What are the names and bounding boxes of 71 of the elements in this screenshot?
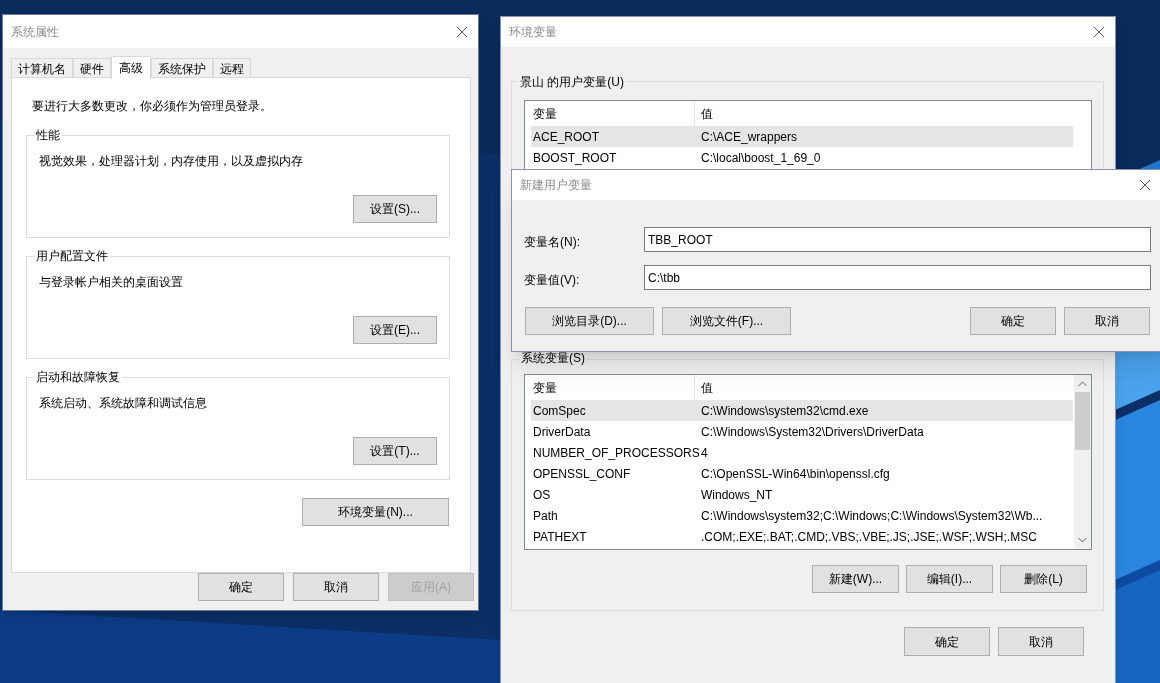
table-row[interactable]: ACE_ROOT C:\ACE_wrappers [531, 126, 1073, 147]
table-cell-text: NUMBER_OF_PROCESSORS [532, 444, 701, 462]
table-cell-text: OS [532, 486, 552, 504]
settings-button[interactable]: 设置(T)... [353, 437, 437, 465]
table-cell-text: C:\local\boost_1_69_0 [701, 149, 821, 167]
dialog-button[interactable]: 确定 [904, 627, 990, 656]
table-row[interactable]: DriverData C:\Windows\System32\Drivers\DriverData [531, 421, 1073, 442]
close-icon[interactable] [1093, 26, 1105, 38]
scroll-up-icon[interactable] [1078, 381, 1087, 387]
window-title: 新建用户变量 [520, 177, 592, 194]
group-description: 与登录帐户相关的桌面设置 [39, 274, 183, 291]
column-header[interactable]: 值 [695, 101, 713, 126]
group-description: 系统启动、系统故障和调试信息 [39, 395, 207, 412]
table-cell-text: BOOST_ROOT [532, 149, 618, 167]
table-cell-text: Windows_NT [701, 486, 773, 504]
dialog-button[interactable]: 取消 [1064, 307, 1150, 335]
table-cell-text: PATHEXT [532, 528, 588, 546]
tab[interactable]: 高级 [111, 56, 151, 79]
field-label: 变量名(N): [524, 234, 580, 251]
input-field[interactable]: TBB_ROOT [644, 227, 1151, 252]
group-description: 视觉效果，处理器计划，内存使用，以及虚拟内存 [39, 153, 303, 170]
table-cell-text: OPENSSL_CONF [532, 465, 632, 483]
table-cell-text: Path [532, 507, 559, 525]
table-row[interactable]: BOOST_ROOT C:\local\boost_1_69_0 [531, 147, 1073, 168]
dialog-button[interactable]: 取消 [998, 627, 1084, 656]
close-icon[interactable] [456, 25, 468, 38]
table-row[interactable]: NUMBER_OF_PROCESSORS4 [531, 442, 1073, 463]
input-field[interactable]: C:\tbb [644, 265, 1151, 290]
browse-button[interactable]: 浏览目录(D)... [525, 307, 654, 335]
table-cell-text: C:\Windows\system32\cmd.exe [701, 402, 869, 420]
table-cell-text: .COM;.EXE;.BAT;.CMD;.VBS;.VBE;.JS;.JSE;.WSF;.WSH;.MSC [701, 528, 1037, 546]
table-row[interactable]: Path C:\Windows\system32;C:\Windows;C:\Windows\System32\Wb... [531, 505, 1073, 526]
table-cell-text: C:\Windows\system32;C:\Windows;C:\Windows\System32\Wb... [701, 507, 1043, 525]
table-row[interactable]: OPENSSL_CONF C:\OpenSSL-Win64\bin\openssl.cfg [531, 463, 1073, 484]
table-row[interactable]: OS Windows_NT [531, 484, 1073, 505]
scrollbar-thumb[interactable] [1075, 392, 1090, 450]
browse-button[interactable]: 浏览文件(F)... [662, 307, 791, 335]
settings-button[interactable]: 设置(E)... [353, 316, 437, 344]
table-cell-text: ComSpec [532, 402, 587, 420]
dialog-button[interactable]: 编辑(I)... [906, 565, 993, 593]
tab[interactable]: 硬件 [73, 58, 111, 78]
group-title: 景山 的用户变量(U) [518, 73, 626, 91]
tab[interactable]: 计算机名 [11, 58, 73, 78]
column-header[interactable]: 值 [695, 375, 713, 400]
dialog-button[interactable]: 确定 [198, 573, 284, 601]
table-cell-text: C:\Windows\System32\Drivers\DriverData [701, 423, 924, 441]
notice-text: 要进行大多数更改，你必须作为管理员登录。 [32, 98, 272, 115]
window-title: 环境变量 [509, 24, 557, 41]
table-cell-text: 4 [701, 444, 708, 462]
table-row[interactable]: PATHEXT .COM;.EXE;.BAT;.CMD;.VBS;.VBE;.JS;.JSE;.WSF;.WSH;.MSC [531, 526, 1073, 547]
dialog-button[interactable]: 确定 [970, 307, 1056, 335]
group-title: 启动和故障恢复 [34, 370, 122, 384]
table-cell-text: C:\ACE_wrappers [701, 128, 798, 146]
table-cell-text: C:\OpenSSL-Win64\bin\openssl.cfg [701, 465, 890, 483]
table-cell-text: ACE_ROOT [532, 128, 600, 146]
tab[interactable]: 系统保护 [151, 58, 213, 78]
close-icon[interactable] [1139, 179, 1151, 191]
scroll-down-icon[interactable] [1078, 537, 1087, 543]
tab[interactable]: 远程 [213, 58, 251, 78]
table-cell-text: DriverData [532, 423, 592, 441]
scrollbar[interactable] [1074, 375, 1091, 549]
table-row[interactable]: ComSpec C:\Windows\system32\cmd.exe [531, 400, 1073, 421]
dialog-button[interactable]: 新建(W)... [812, 565, 899, 593]
environment-variables-button[interactable]: 环境变量(N)... [302, 498, 449, 526]
window-title: 系统属性 [11, 23, 59, 41]
field-label: 变量值(V): [524, 272, 580, 289]
group-title: 性能 [34, 128, 62, 142]
settings-button[interactable]: 设置(S)... [353, 195, 437, 223]
group-title: 用户配置文件 [34, 249, 110, 263]
dialog-button[interactable]: 取消 [293, 573, 379, 601]
dialog-button[interactable]: 删除(L) [1000, 565, 1087, 593]
